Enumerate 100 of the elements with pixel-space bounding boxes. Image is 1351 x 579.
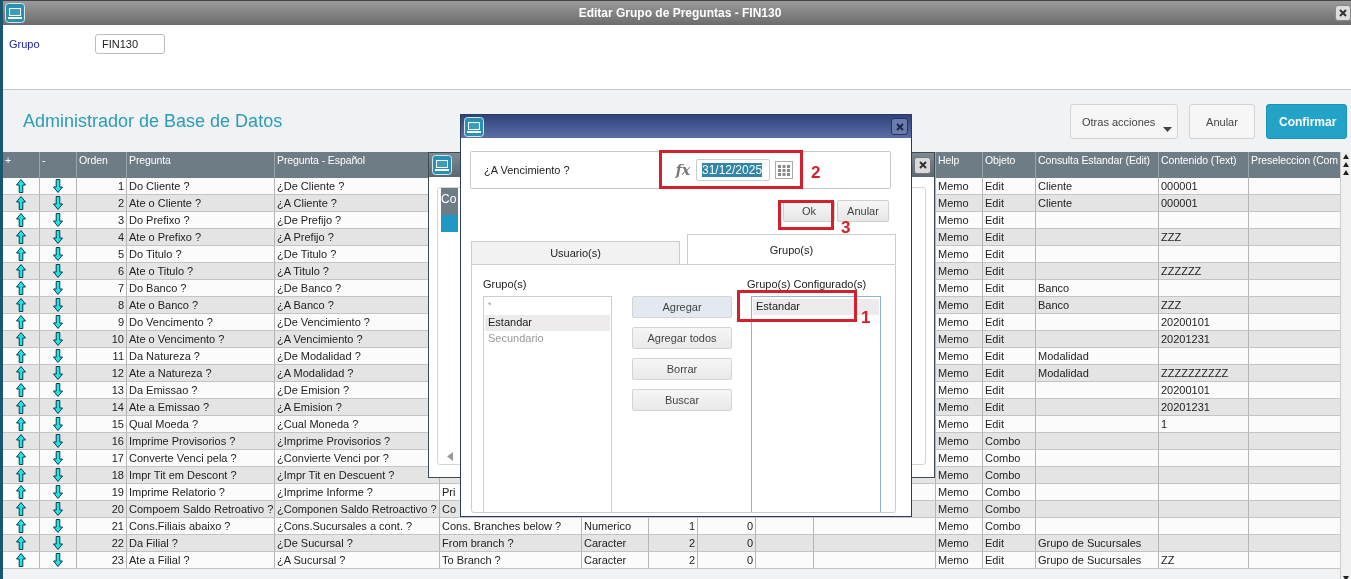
up-arrow-icon[interactable] bbox=[16, 179, 26, 193]
question-label: ¿A Vencimiento ? bbox=[484, 164, 571, 176]
table-cell: 18 bbox=[77, 467, 127, 484]
up-arrow-icon[interactable] bbox=[16, 315, 26, 329]
scroll-left-icon[interactable] bbox=[447, 452, 453, 461]
table-cell: Memo bbox=[936, 501, 983, 518]
date-field[interactable]: 31/12/2025 bbox=[696, 159, 770, 181]
up-arrow-icon[interactable] bbox=[16, 264, 26, 278]
up-arrow-icon[interactable] bbox=[16, 451, 26, 465]
up-arrow-icon[interactable] bbox=[16, 434, 26, 448]
down-arrow-icon[interactable] bbox=[53, 366, 63, 380]
scroll-up-icon[interactable] bbox=[1342, 169, 1350, 176]
down-arrow-icon[interactable] bbox=[53, 553, 63, 567]
table-cell: ¿De Sucursal ? bbox=[275, 535, 440, 552]
table-cell: Ate a Emissao ? bbox=[127, 399, 275, 416]
list-item[interactable]: Estandar bbox=[485, 315, 610, 331]
close-icon bbox=[918, 161, 927, 169]
down-arrow-icon[interactable] bbox=[53, 383, 63, 397]
tab[interactable]: Usuario(s) bbox=[471, 241, 680, 264]
list-label: Grupo(s) Configurado(s) bbox=[746, 278, 868, 292]
up-arrow-icon[interactable] bbox=[16, 230, 26, 244]
up-arrow-icon[interactable] bbox=[16, 553, 26, 567]
table-cell: 10 bbox=[77, 331, 127, 348]
down-arrow-icon[interactable] bbox=[53, 519, 63, 533]
table-cell: Memo bbox=[936, 484, 983, 501]
up-arrow-icon[interactable] bbox=[16, 281, 26, 295]
up-arrow-icon[interactable] bbox=[16, 519, 26, 533]
up-arrow-icon[interactable] bbox=[16, 298, 26, 312]
table-cell bbox=[756, 552, 814, 569]
tab[interactable]: Grupo(s) bbox=[687, 234, 896, 264]
table-cell: 7 bbox=[77, 280, 127, 297]
table-cell: 17 bbox=[77, 450, 127, 467]
up-arrow-icon[interactable] bbox=[16, 366, 26, 380]
down-arrow-icon[interactable] bbox=[53, 468, 63, 482]
field-label: Grupo bbox=[9, 38, 41, 50]
down-arrow-icon[interactable] bbox=[53, 298, 63, 312]
calendar-icon[interactable] bbox=[775, 161, 793, 179]
up-arrow-icon[interactable] bbox=[16, 332, 26, 346]
table-cell: Memo bbox=[936, 246, 983, 263]
table-cell: 23 bbox=[77, 552, 127, 569]
table-cell: Memo bbox=[936, 212, 983, 229]
up-arrow-icon[interactable] bbox=[16, 196, 26, 210]
down-arrow-icon[interactable] bbox=[53, 332, 63, 346]
down-arrow-icon[interactable] bbox=[53, 264, 63, 278]
up-arrow-icon[interactable] bbox=[16, 468, 26, 482]
down-arrow-icon[interactable] bbox=[53, 281, 63, 295]
table-cell: Do Prefixo ? bbox=[127, 212, 275, 229]
table-cell: Grupo de Sucursales bbox=[1036, 535, 1159, 552]
page-up-icon[interactable] bbox=[1342, 161, 1350, 168]
table-cell: Combo bbox=[983, 450, 1036, 467]
table-cell: Edit bbox=[983, 535, 1036, 552]
cancel-button[interactable]: Anular bbox=[837, 200, 889, 222]
action-button[interactable]: Borrar bbox=[632, 358, 732, 380]
down-arrow-icon[interactable] bbox=[53, 213, 63, 227]
vertical-scrollbar[interactable] bbox=[1340, 152, 1351, 579]
down-arrow-icon[interactable] bbox=[53, 400, 63, 414]
down-arrow-icon[interactable] bbox=[53, 536, 63, 550]
table-cell: Edit bbox=[983, 229, 1036, 246]
action-button[interactable]: Buscar bbox=[632, 389, 732, 411]
table-cell: Edit bbox=[983, 382, 1036, 399]
up-arrow-icon[interactable] bbox=[16, 213, 26, 227]
table-cell: Do Banco ? bbox=[127, 280, 275, 297]
table-cell: Memo bbox=[936, 450, 983, 467]
up-arrow-icon[interactable] bbox=[16, 417, 26, 431]
up-arrow-icon[interactable] bbox=[16, 536, 26, 550]
down-arrow-icon[interactable] bbox=[53, 485, 63, 499]
down-arrow-icon[interactable] bbox=[53, 502, 63, 516]
down-arrow-icon[interactable] bbox=[53, 417, 63, 431]
action-button[interactable]: Agregar todos bbox=[632, 327, 732, 349]
down-arrow-icon[interactable] bbox=[53, 196, 63, 210]
cancel-button[interactable]: Anular bbox=[1189, 104, 1255, 139]
scroll-top-icon[interactable] bbox=[1342, 153, 1350, 160]
action-button[interactable]: Agregar bbox=[632, 296, 732, 318]
down-arrow-icon[interactable] bbox=[53, 349, 63, 363]
up-arrow-icon[interactable] bbox=[16, 383, 26, 397]
table-cell: Combo bbox=[983, 501, 1036, 518]
table-cell: 14 bbox=[77, 399, 127, 416]
table-cell: ZZZZZZ bbox=[1159, 263, 1249, 280]
input-field[interactable]: FIN130 bbox=[95, 34, 165, 54]
down-arrow-icon[interactable] bbox=[53, 434, 63, 448]
table-cell: Banco bbox=[1036, 297, 1159, 314]
table-cell: Combo bbox=[983, 433, 1036, 450]
table-cell: Combo bbox=[983, 467, 1036, 484]
up-arrow-icon[interactable] bbox=[16, 247, 26, 261]
up-arrow-icon[interactable] bbox=[16, 502, 26, 516]
down-arrow-icon[interactable] bbox=[53, 247, 63, 261]
down-arrow-icon[interactable] bbox=[53, 179, 63, 193]
formula-label: fx bbox=[675, 162, 690, 178]
down-arrow-icon[interactable] bbox=[53, 451, 63, 465]
up-arrow-icon[interactable] bbox=[16, 349, 26, 363]
close-button[interactable] bbox=[914, 156, 931, 174]
table-cell: Memo bbox=[936, 229, 983, 246]
up-arrow-icon[interactable] bbox=[16, 400, 26, 414]
more-actions-button[interactable]: Otras acciones bbox=[1070, 104, 1178, 139]
column-header: Co bbox=[441, 188, 458, 215]
close-button[interactable] bbox=[1335, 5, 1351, 21]
table-cell: Caracter bbox=[582, 552, 649, 569]
down-arrow-icon[interactable] bbox=[53, 315, 63, 329]
down-arrow-icon[interactable] bbox=[53, 230, 63, 244]
up-arrow-icon[interactable] bbox=[16, 485, 26, 499]
